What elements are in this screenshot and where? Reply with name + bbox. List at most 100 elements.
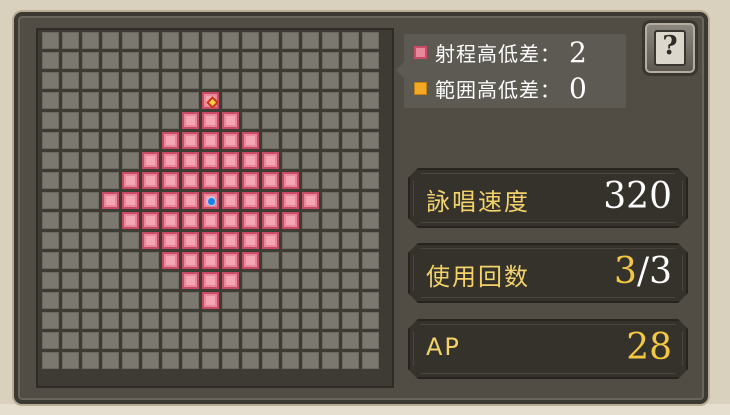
grid-cell xyxy=(342,72,359,89)
range-cell xyxy=(142,212,159,229)
grid-cell xyxy=(102,32,119,49)
grid-cell xyxy=(362,52,379,69)
grid-cell xyxy=(302,272,319,289)
grid-cell xyxy=(342,152,359,169)
range-cell xyxy=(282,172,299,189)
grid-cell xyxy=(262,112,279,129)
range-cell xyxy=(242,172,259,189)
range-cell xyxy=(142,232,159,249)
area-height-value: 0 xyxy=(569,71,587,105)
grid-cell xyxy=(102,112,119,129)
range-cell xyxy=(222,212,239,229)
bottom-strip xyxy=(0,404,730,415)
range-cell xyxy=(222,152,239,169)
range-cell xyxy=(202,132,219,149)
grid-cell xyxy=(262,312,279,329)
range-cell xyxy=(202,172,219,189)
grid-cell xyxy=(242,112,259,129)
height-legend: 射程高低差： 2 範囲高低差： 0 xyxy=(396,34,626,108)
grid-cell xyxy=(82,72,99,89)
grid-cell xyxy=(142,32,159,49)
grid-cell xyxy=(162,272,179,289)
grid-cell xyxy=(82,272,99,289)
grid-cell xyxy=(102,132,119,149)
range-cell xyxy=(182,272,199,289)
grid-cell xyxy=(102,352,119,369)
range-cell xyxy=(162,252,179,269)
range-cell xyxy=(222,112,239,129)
grid-cell xyxy=(322,352,339,369)
grid-cell xyxy=(262,52,279,69)
grid-cell xyxy=(302,92,319,109)
range-cell xyxy=(202,292,219,309)
grid-cell xyxy=(122,312,139,329)
grid-cell xyxy=(102,332,119,349)
range-cell xyxy=(202,152,219,169)
use-count-box: 使用回数 3/3 xyxy=(408,243,688,303)
grid-cell xyxy=(62,132,79,149)
grid-cell xyxy=(362,272,379,289)
grid-cell xyxy=(282,52,299,69)
grid-cell xyxy=(282,332,299,349)
range-cell xyxy=(162,172,179,189)
grid-cell xyxy=(122,252,139,269)
grid-cell xyxy=(302,252,319,269)
grid-cell xyxy=(322,92,339,109)
range-cell xyxy=(142,172,159,189)
grid-cell xyxy=(242,52,259,69)
grid-cell xyxy=(282,312,299,329)
help-button[interactable]: ? xyxy=(642,20,698,76)
grid-cell xyxy=(182,72,199,89)
grid-cell xyxy=(322,132,339,149)
range-cell xyxy=(182,192,199,209)
grid-cell xyxy=(282,132,299,149)
grid-cell xyxy=(122,272,139,289)
grid-cell xyxy=(322,72,339,89)
grid-cell xyxy=(162,332,179,349)
range-cell xyxy=(102,192,119,209)
range-cell xyxy=(302,192,319,209)
grid-cell xyxy=(362,292,379,309)
range-cell xyxy=(142,192,159,209)
grid-cell xyxy=(162,52,179,69)
grid-cell xyxy=(162,292,179,309)
range-cell xyxy=(202,112,219,129)
grid-cell xyxy=(322,332,339,349)
range-cell xyxy=(222,252,239,269)
grid-cell xyxy=(342,192,359,209)
grid-cell xyxy=(302,332,319,349)
grid-cell xyxy=(122,72,139,89)
grid-cell xyxy=(182,332,199,349)
grid-cell xyxy=(62,32,79,49)
grid-cell xyxy=(162,352,179,369)
grid-cell xyxy=(62,52,79,69)
grid-cell xyxy=(362,252,379,269)
grid-cell xyxy=(142,52,159,69)
grid-cell xyxy=(362,332,379,349)
grid-cell xyxy=(362,32,379,49)
range-cell xyxy=(222,132,239,149)
grid-cell xyxy=(102,52,119,69)
grid-cell xyxy=(82,132,99,149)
grid-cell xyxy=(122,92,139,109)
grid-cell xyxy=(262,252,279,269)
grid-cell xyxy=(122,292,139,309)
grid-cell xyxy=(322,192,339,209)
range-cell xyxy=(262,232,279,249)
grid-cell xyxy=(102,252,119,269)
range-cell xyxy=(242,212,259,229)
grid-cell xyxy=(342,312,359,329)
range-cell xyxy=(202,252,219,269)
grid-cell xyxy=(342,332,359,349)
grid-cell xyxy=(62,312,79,329)
grid-cell xyxy=(342,32,359,49)
grid-cell xyxy=(302,72,319,89)
grid-cell xyxy=(182,312,199,329)
grid-cell xyxy=(122,52,139,69)
grid-cell xyxy=(82,232,99,249)
grid-cell xyxy=(82,192,99,209)
grid-cell xyxy=(262,352,279,369)
range-cell xyxy=(222,192,239,209)
grid-cell xyxy=(142,252,159,269)
grid-cell xyxy=(202,332,219,349)
